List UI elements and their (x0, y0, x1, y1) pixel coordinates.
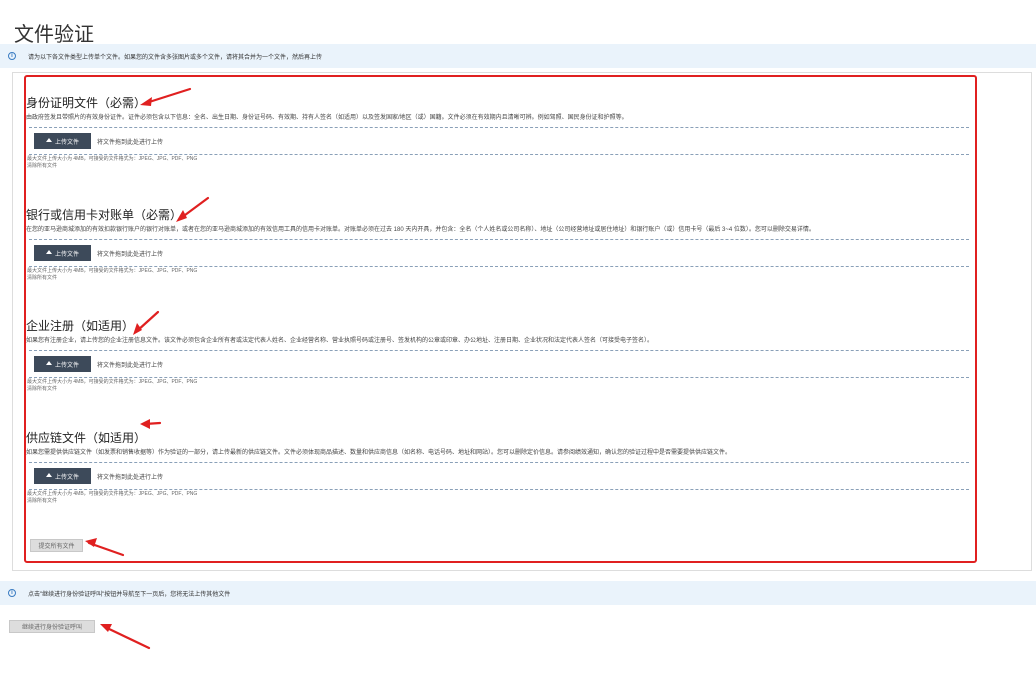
file-dropzone[interactable]: 上传文件 将文件拖到此处进行上传 (29, 239, 969, 267)
drop-text: 将文件拖到此处进行上传 (97, 139, 164, 146)
section-bank-statement: 银行或信用卡对账单（必需） 在您的亚马逊商城添加的有效扣款银行账户的银行对账单，… (26, 208, 969, 282)
drop-text: 将文件拖到此处进行上传 (97, 474, 164, 481)
upload-file-button[interactable]: 上传文件 (34, 356, 91, 372)
upload-icon (45, 138, 52, 142)
file-dropzone[interactable]: 上传文件 将文件拖到此处进行上传 (29, 127, 969, 155)
file-dropzone[interactable]: 上传文件 将文件拖到此处进行上传 (29, 350, 969, 378)
info-notice-top: i 请为以下各文件类型上传单个文件。如果您的文件含多张图片或多个文件，请将其合并… (0, 44, 1036, 68)
page-title: 文件验证 (14, 24, 94, 46)
continue-identity-call-button[interactable]: 继续进行身份验证呼叫 (9, 620, 95, 633)
file-size-hint: 最大文件上传大小为 4MB，可接受的文件格式为：JPEG、JPG、PDF、PNG (27, 268, 198, 274)
upload-button-label: 上传文件 (54, 251, 79, 258)
annotation-arrow-icon (103, 625, 151, 650)
annotation-arrowhead-icon (100, 624, 112, 632)
upload-file-button[interactable]: 上传文件 (34, 133, 91, 149)
section-title: 企业注册（如适用） (26, 319, 135, 333)
section-supply-chain: 供应链文件（如适用） 如果您需提供供应链文件（如发票和销售收据等）作为验证的一部… (26, 431, 969, 505)
drop-text: 将文件拖到此处进行上传 (97, 362, 164, 369)
file-size-hint: 最大文件上传大小为 4MB，可接受的文件格式为：JPEG、JPG、PDF、PNG (27, 156, 198, 162)
clear-all-files-link[interactable]: 清除所有文件 (27, 386, 966, 393)
section-description: 如果您需提供供应链文件（如发票和销售收据等）作为验证的一部分，请上传最新的供应链… (26, 450, 732, 456)
upload-icon (45, 473, 52, 477)
section-business-registration: 企业注册（如适用） 如果您有注册企业，请上传您的企业注册信息文件。该文件必须包含… (26, 319, 969, 393)
file-size-hint: 最大文件上传大小为 4MB，可接受的文件格式为：JPEG、JPG、PDF、PNG (27, 491, 198, 497)
section-identity-document: 身份证明文件（必需） 由政府签发且带照片的有效身份证件。证件必须包含以下信息：全… (26, 96, 969, 170)
info-icon: i (8, 589, 16, 597)
submit-all-files-button[interactable]: 提交所有文件 (30, 539, 83, 552)
section-description: 由政府签发且带照片的有效身份证件。证件必须包含以下信息：全名、出生日期、身份证号… (26, 115, 628, 121)
clear-all-files-link[interactable]: 清除所有文件 (27, 498, 966, 505)
file-dropzone[interactable]: 上传文件 将文件拖到此处进行上传 (29, 462, 969, 490)
upload-file-button[interactable]: 上传文件 (34, 468, 91, 484)
clear-all-files-link[interactable]: 清除所有文件 (27, 275, 966, 282)
section-description: 如果您有注册企业，请上传您的企业注册信息文件。该文件必须包含企业所有者或法定代表… (26, 338, 654, 344)
upload-file-button[interactable]: 上传文件 (34, 245, 91, 261)
upload-icon (45, 361, 52, 365)
drop-text: 将文件拖到此处进行上传 (97, 251, 164, 258)
upload-button-label: 上传文件 (54, 474, 79, 481)
section-description: 在您的亚马逊商城添加的有效扣款银行账户的银行对账单，或者在您的亚马逊商城添加的有… (26, 227, 815, 233)
info-notice-text: 点击"继续进行身份验证呼叫"按钮并导航至下一页后，您将无法上传其他文件 (28, 591, 231, 598)
clear-all-files-link[interactable]: 清除所有文件 (27, 163, 966, 170)
section-title: 银行或信用卡对账单（必需） (26, 208, 183, 222)
section-title: 供应链文件（如适用） (26, 431, 147, 445)
upload-icon (45, 250, 52, 254)
info-notice-text: 请为以下各文件类型上传单个文件。如果您的文件含多张图片或多个文件，请将其合并为一… (28, 54, 323, 61)
file-size-hint: 最大文件上传大小为 4MB，可接受的文件格式为：JPEG、JPG、PDF、PNG (27, 379, 198, 385)
upload-button-label: 上传文件 (54, 139, 79, 146)
section-title: 身份证明文件（必需） (26, 96, 147, 110)
info-icon: i (8, 52, 16, 60)
info-notice-bottom: i 点击"继续进行身份验证呼叫"按钮并导航至下一页后，您将无法上传其他文件 (0, 581, 1036, 605)
upload-button-label: 上传文件 (54, 362, 79, 369)
